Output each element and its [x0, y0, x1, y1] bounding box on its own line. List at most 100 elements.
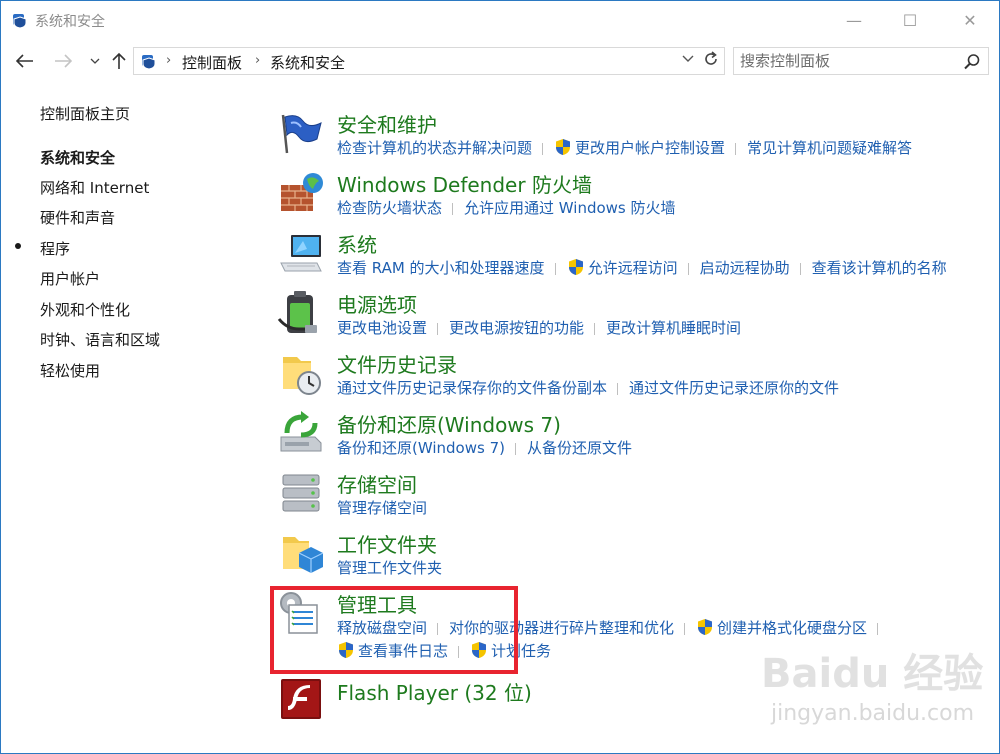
baidu-watermark: Baidu 经验 jingyan.baidu.com [761, 641, 991, 741]
category-title[interactable]: Windows Defender 防火墙 [337, 169, 592, 198]
link-separator [554, 262, 556, 275]
link-remote-access[interactable]: 允许远程访问 [588, 259, 678, 277]
breadcrumb-chevron-icon[interactable]: › [255, 53, 260, 68]
watermark-text: Baidu 经验 [761, 651, 984, 697]
link-manage-storage[interactable]: 管理存储空间 [337, 499, 427, 517]
link-battery-settings[interactable]: 更改电池设置 [337, 319, 427, 337]
active-item-bullet-icon [15, 243, 21, 249]
sidebar-item-system-security[interactable]: 系统和安全 [40, 147, 115, 168]
category-file-history: 文件历史记录 通过文件历史记录保存你的文件备份副本 通过文件历史记录还原你的文件 [277, 349, 997, 409]
search-input[interactable] [740, 50, 960, 72]
category-title[interactable]: 文件历史记录 [337, 349, 457, 378]
recent-locations-chevron-icon[interactable] [83, 49, 107, 73]
link-backup-restore[interactable]: 备份和还原(Windows 7) [337, 439, 505, 457]
firewall-icon [281, 173, 323, 211]
category-storage-spaces: 存储空间 管理存储空间 [277, 469, 997, 529]
link-firewall-status[interactable]: 检查防火墙状态 [337, 199, 442, 217]
storage-icon [282, 474, 320, 512]
control-panel-shield-icon [142, 55, 156, 70]
link-troubleshoot[interactable]: 常见计算机问题疑难解答 [747, 139, 912, 157]
link-separator [542, 142, 544, 155]
category-links: 检查防火墙状态 允许应用通过 Windows 防火墙 [337, 197, 997, 220]
breadcrumb-control-panel[interactable]: 控制面板 [182, 52, 242, 73]
link-separator [684, 622, 686, 635]
maximize-button[interactable]: ☐ [887, 1, 933, 39]
link-format-partition[interactable]: 创建并格式化硬盘分区 [717, 619, 867, 637]
link-separator [687, 262, 689, 275]
category-title[interactable]: 工作文件夹 [337, 529, 437, 558]
window-title: 系统和安全 [35, 14, 105, 30]
close-button[interactable]: ✕ [947, 1, 993, 39]
up-arrow-icon[interactable] [107, 49, 131, 73]
sidebar-item-clock-region[interactable]: 时钟、语言和区域 [40, 329, 160, 350]
link-restore-files[interactable]: 通过文件历史记录还原你的文件 [629, 379, 839, 397]
search-box[interactable] [733, 47, 989, 75]
backup-icon [280, 411, 322, 452]
computer-icon [280, 235, 322, 272]
category-system: 系统 查看 RAM 的大小和处理器速度 允许远程访问 启动远程协助 查看该计算机的名称 [277, 229, 997, 289]
link-separator [877, 622, 879, 635]
link-separator [735, 142, 737, 155]
link-view-ram[interactable]: 查看 RAM 的大小和处理器速度 [337, 259, 545, 277]
battery-icon [277, 291, 317, 333]
category-title[interactable]: 存储空间 [337, 469, 417, 498]
link-sleep-time[interactable]: 更改计算机睡眠时间 [606, 319, 741, 337]
category-backup-restore: 备份和还原(Windows 7) 备份和还原(Windows 7) 从备份还原文件 [277, 409, 997, 469]
link-separator [452, 202, 454, 215]
link-power-button[interactable]: 更改电源按钮的功能 [449, 319, 584, 337]
sidebar: 控制面板主页 系统和安全 网络和 Internet 硬件和声音 程序 用户帐户 … [1, 91, 263, 691]
link-separator [594, 322, 596, 335]
link-remote-assist[interactable]: 启动远程协助 [700, 259, 790, 277]
address-box[interactable]: › 控制面板 › 系统和安全 [133, 47, 725, 75]
sidebar-item-user-accounts[interactable]: 用户帐户 [40, 268, 100, 289]
link-check-status[interactable]: 检查计算机的状态并解决问题 [337, 139, 532, 157]
highlight-box [270, 586, 518, 674]
category-title[interactable]: Flash Player (32 位) [337, 677, 532, 706]
control-panel-shield-icon [13, 14, 27, 29]
minimize-button[interactable]: — [831, 1, 877, 39]
link-save-backup[interactable]: 通过文件历史记录保存你的文件备份副本 [337, 379, 607, 397]
category-links: 管理工作文件夹 [337, 557, 997, 580]
sidebar-item-ease-of-access[interactable]: 轻松使用 [40, 360, 100, 381]
control-panel-window: 系统和安全 — ☐ ✕ › 控制面板 › 系统和安全 搜索控制面板 控制面板主页… [0, 0, 1000, 754]
sidebar-item-appearance[interactable]: 外观和个性化 [40, 299, 130, 320]
file-history-icon [283, 357, 321, 395]
forward-arrow-icon[interactable] [51, 49, 75, 73]
back-arrow-icon[interactable] [13, 49, 37, 73]
link-separator [799, 262, 801, 275]
category-links: 更改电池设置 更改电源按钮的功能 更改计算机睡眠时间 [337, 317, 997, 340]
link-manage-work-folders[interactable]: 管理工作文件夹 [337, 559, 442, 577]
category-title[interactable]: 安全和维护 [337, 109, 437, 138]
sidebar-item-network[interactable]: 网络和 Internet [40, 177, 149, 198]
title-bar: 系统和安全 — ☐ ✕ [1, 1, 999, 39]
address-dropdown-chevron-icon[interactable] [682, 53, 694, 66]
refresh-icon[interactable] [702, 50, 720, 72]
category-title[interactable]: 系统 [337, 229, 377, 258]
breadcrumb-chevron-icon[interactable]: › [166, 53, 171, 68]
sidebar-item-home[interactable]: 控制面板主页 [40, 103, 130, 124]
link-separator [437, 322, 439, 335]
category-firewall: Windows Defender 防火墙 检查防火墙状态 允许应用通过 Windo… [277, 169, 997, 229]
link-separator [617, 382, 619, 395]
category-links: 管理存储空间 [337, 497, 997, 520]
search-icon[interactable] [962, 52, 982, 72]
navigation-bar: › 控制面板 › 系统和安全 [1, 41, 999, 81]
uac-shield-icon [568, 259, 583, 275]
link-separator [514, 442, 516, 455]
category-links: 查看 RAM 的大小和处理器速度 允许远程访问 启动远程协助 查看该计算机的名称 [337, 257, 997, 280]
breadcrumb-system-security[interactable]: 系统和安全 [270, 52, 345, 73]
sidebar-item-hardware-sound[interactable]: 硬件和声音 [40, 207, 115, 228]
sidebar-item-programs[interactable]: 程序 [40, 238, 70, 259]
link-restore-from-backup[interactable]: 从备份还原文件 [527, 439, 632, 457]
category-links: 检查计算机的状态并解决问题 更改用户帐户控制设置 常见计算机问题疑难解答 [337, 137, 997, 160]
uac-shield-icon [698, 619, 713, 635]
link-uac-settings[interactable]: 更改用户帐户控制设置 [575, 139, 725, 157]
link-computer-name[interactable]: 查看该计算机的名称 [812, 259, 947, 277]
category-power: 电源选项 更改电池设置 更改电源按钮的功能 更改计算机睡眠时间 [277, 289, 997, 349]
flag-icon [281, 114, 322, 154]
watermark-subtext: jingyan.baidu.com [771, 701, 975, 726]
category-title[interactable]: 电源选项 [337, 289, 417, 318]
category-title[interactable]: 备份和还原(Windows 7) [337, 409, 561, 438]
category-security-maintenance: 安全和维护 检查计算机的状态并解决问题 更改用户帐户控制设置 常见计算机问题疑难解答 [277, 109, 997, 169]
link-allow-app[interactable]: 允许应用通过 Windows 防火墙 [464, 199, 676, 217]
